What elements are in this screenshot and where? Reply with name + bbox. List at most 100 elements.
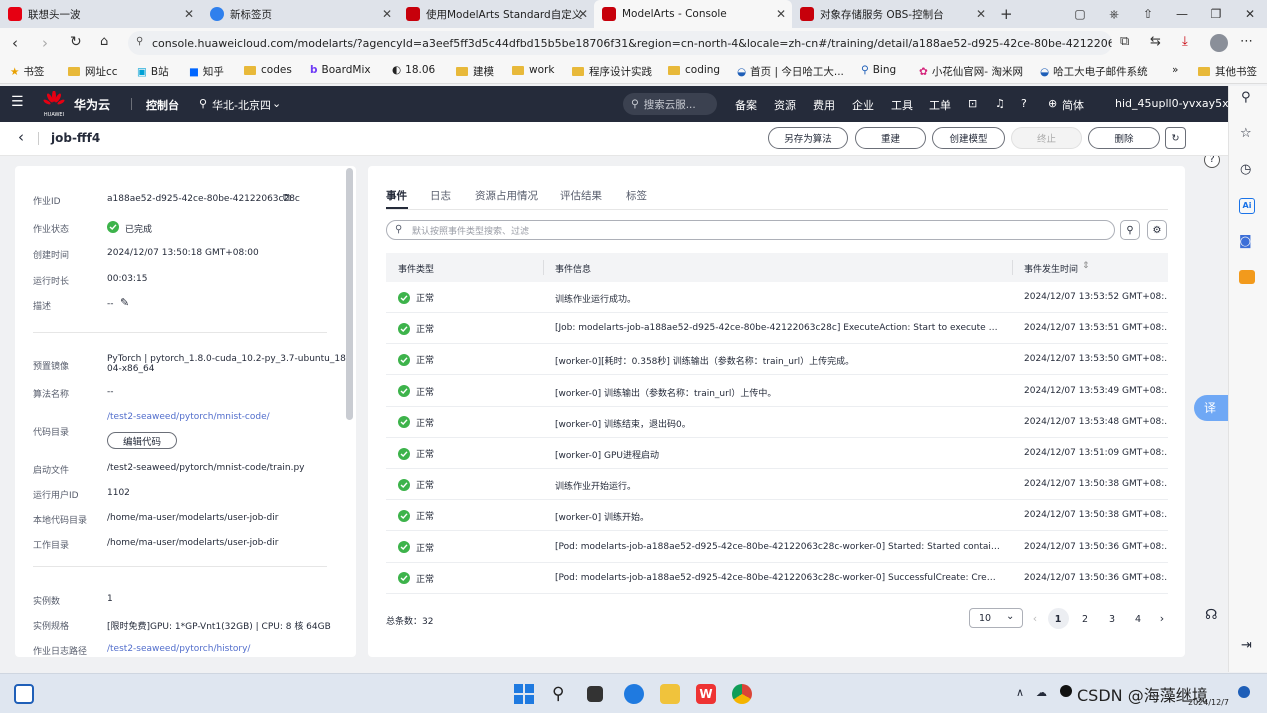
copy-icon[interactable]: ⧉ <box>283 191 291 205</box>
bookmark-item[interactable]: ◐ 18.06 <box>392 64 435 76</box>
collapse-sidebar-icon[interactable]: ⇥ <box>1241 638 1252 653</box>
help-icon[interactable]: ? <box>1021 97 1027 110</box>
tab-resource-usage[interactable]: 资源占用情况 <box>475 188 538 203</box>
refresh-button[interactable]: ↻ <box>1165 127 1186 149</box>
search-icon[interactable]: ⚲ <box>1241 90 1251 105</box>
tray-app-icon[interactable] <box>1060 685 1072 697</box>
task-view-icon[interactable] <box>587 686 603 702</box>
browser-tab-4[interactable]: ModelArts - Console ✕ <box>594 0 792 28</box>
nav-tickets[interactable]: 工单 <box>929 97 951 113</box>
language-selector[interactable]: 简体 <box>1062 97 1084 113</box>
bookmark-item[interactable]: 程序设计实践 <box>572 64 652 79</box>
ai-icon[interactable]: Ai <box>1239 198 1255 214</box>
bookmark-item[interactable]: ⚲ Bing <box>861 64 896 76</box>
file-explorer-icon[interactable] <box>660 684 680 704</box>
translate-float-button[interactable]: 译 <box>1194 395 1228 421</box>
bookmark-item[interactable]: ■ 知乎 <box>189 64 224 79</box>
widgets-icon[interactable] <box>14 684 34 704</box>
extensions-puzzle-icon[interactable]: ⧉ <box>1120 34 1129 49</box>
page-3[interactable]: 3 <box>1102 614 1122 625</box>
close-window-icon[interactable]: ✕ <box>1233 7 1267 21</box>
downloads-icon[interactable]: ⤓ <box>1182 34 1188 49</box>
chevron-down-icon[interactable]: ⌄ <box>272 97 281 110</box>
page-4[interactable]: 4 <box>1128 614 1148 625</box>
search-icon[interactable]: ⚲ <box>552 684 572 704</box>
headset-icon[interactable]: ☊ <box>1205 607 1217 623</box>
close-icon[interactable]: ✕ <box>776 7 786 21</box>
bookmark-item[interactable]: b BoardMix <box>310 64 371 76</box>
prev-page-icon[interactable]: ‹ <box>1025 612 1045 625</box>
nav-resources[interactable]: 资源 <box>774 97 796 113</box>
bookmark-item[interactable]: codes <box>244 64 292 76</box>
favorites-icon[interactable]: ☆ <box>1240 126 1252 141</box>
edit-pencil-icon[interactable]: ✎ <box>120 296 129 309</box>
site-info-icon[interactable]: ⚲ <box>136 36 143 47</box>
page-1[interactable]: 1 <box>1048 614 1068 625</box>
home-icon[interactable]: ⌂ <box>100 34 108 49</box>
bookmark-item[interactable]: ★ 书签 <box>10 64 44 79</box>
split-screen-icon[interactable]: ⇆ <box>1150 34 1161 49</box>
nav-enterprise[interactable]: 企业 <box>852 97 874 113</box>
rebuild-button[interactable]: 重建 <box>855 127 926 149</box>
history-icon[interactable]: ◷ <box>1240 162 1251 177</box>
code-dir-link[interactable]: /test2-seaweed/pytorch/mnist-code/ <box>107 412 270 422</box>
back-icon[interactable]: ‹ <box>12 34 18 52</box>
extensions-icon[interactable]: ⇧ <box>1131 7 1165 21</box>
browser-tab-1[interactable]: 联想头一波 ✕ <box>0 0 200 28</box>
briefcase-icon[interactable] <box>1239 270 1255 284</box>
scrollbar-thumb[interactable] <box>346 168 353 420</box>
user-menu[interactable]: hid_45upll0-yvxay5x <box>1115 97 1229 110</box>
back-arrow-icon[interactable]: ‹ <box>18 128 24 146</box>
clock-date[interactable]: 2024/12/7 <box>1188 698 1229 707</box>
edit-code-button[interactable]: 编辑代码 <box>107 432 177 449</box>
close-icon[interactable]: ✕ <box>976 7 986 21</box>
column-event-time[interactable]: 事件发生时间 <box>1024 262 1078 275</box>
edge-browser-icon[interactable] <box>624 684 644 704</box>
restore-icon[interactable]: ❐ <box>1199 7 1233 21</box>
profile-avatar[interactable] <box>1210 34 1228 52</box>
tray-chevron-icon[interactable]: ∧ <box>1016 686 1024 699</box>
browser-tab-5[interactable]: 对象存储服务 OBS-控制台 ✕ <box>792 0 992 28</box>
close-icon[interactable]: ✕ <box>184 7 194 21</box>
bookmark-item[interactable]: work <box>512 64 554 76</box>
next-page-icon[interactable]: › <box>1152 612 1172 625</box>
tab-tags[interactable]: 标签 <box>626 188 647 203</box>
wps-icon[interactable]: W <box>696 684 716 704</box>
brand-name[interactable]: 华为云 <box>74 96 110 113</box>
region-selector[interactable]: 华北-北京四 <box>212 97 271 113</box>
bell-icon[interactable]: ♫ <box>995 97 1005 110</box>
search-button[interactable]: ⚲ <box>1120 220 1140 240</box>
forward-icon[interactable]: › <box>42 34 48 52</box>
menu-icon[interactable]: ☰ <box>11 94 24 110</box>
bookmark-item[interactable]: 网址cc <box>68 64 118 79</box>
cloud-icon[interactable]: ☁ <box>1036 686 1047 699</box>
bookmark-item[interactable]: coding <box>668 64 720 76</box>
sort-icon[interactable]: ⇕ <box>1082 261 1090 271</box>
bookmark-item[interactable]: ◒ 首页 | 今日哈工大... <box>737 64 844 79</box>
globe-icon[interactable]: ⊕ <box>1048 97 1057 110</box>
new-tab-button[interactable]: + <box>1000 5 1013 23</box>
bookmark-item[interactable]: ◒ 哈工大电子邮件系统 <box>1040 64 1148 79</box>
close-icon[interactable]: ✕ <box>382 7 392 21</box>
browser-tab-2[interactable]: 新标签页 ✕ <box>202 0 398 28</box>
notification-icon[interactable] <box>1238 686 1250 698</box>
bookmarks-more[interactable]: » <box>1172 64 1178 76</box>
tab-evaluation[interactable]: 评估结果 <box>560 188 602 203</box>
stop-button[interactable]: 终止 <box>1011 127 1082 149</box>
minimize-icon[interactable]: — <box>1165 7 1199 21</box>
page-2[interactable]: 2 <box>1075 614 1095 625</box>
collections-icon[interactable]: ▢ <box>1063 7 1097 21</box>
settings-button[interactable]: ⚙ <box>1147 220 1167 240</box>
other-bookmarks[interactable]: 其他书签 <box>1198 64 1257 79</box>
event-search-input[interactable]: ⚲ 默认按照事件类型搜索、过滤 <box>386 220 1115 240</box>
url-input[interactable]: ⚲ console.huaweicloud.com/modelarts/?age… <box>128 31 1112 55</box>
nav-tools[interactable]: 工具 <box>891 97 913 113</box>
bookmark-item[interactable]: ✿ 小花仙官网- 淘米网 <box>919 64 1023 79</box>
copilot-icon[interactable]: ⎈ <box>1097 7 1131 22</box>
close-icon[interactable]: ✕ <box>578 7 588 21</box>
tab-events[interactable]: 事件 <box>386 188 407 203</box>
page-size-select[interactable]: 10 ⌄ <box>969 608 1023 628</box>
nav-billing[interactable]: 费用 <box>813 97 835 113</box>
huawei-logo[interactable]: HUAWEI <box>42 90 66 118</box>
browser-tab-3[interactable]: 使用ModelArts Standard自定义 ✕ <box>398 0 594 28</box>
